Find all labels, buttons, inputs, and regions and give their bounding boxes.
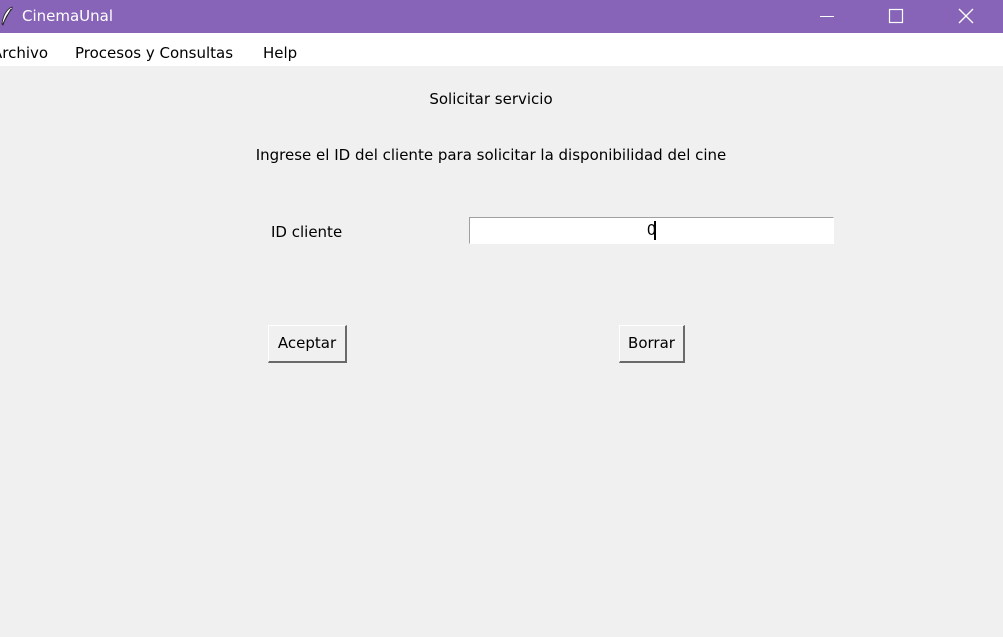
app-window: CinemaUnal Archivo Procesos y Consultas …: [0, 0, 1003, 637]
menu-bar: Archivo Procesos y Consultas Help: [0, 33, 1003, 66]
minimize-button[interactable]: [804, 0, 850, 33]
window-title: CinemaUnal: [22, 7, 114, 25]
close-button[interactable]: [943, 0, 989, 33]
maximize-button[interactable]: [873, 0, 919, 33]
menu-help[interactable]: Help: [263, 44, 297, 62]
id-cliente-label: ID cliente: [271, 223, 343, 241]
id-cliente-input[interactable]: 0: [469, 217, 834, 244]
feather-icon: [0, 6, 14, 26]
form-instructions: Ingrese el ID del cliente para solicitar…: [255, 146, 727, 164]
minimize-icon: [820, 16, 834, 17]
menu-archivo[interactable]: Archivo: [0, 44, 48, 62]
close-icon: [958, 8, 974, 24]
form-heading: Solicitar servicio: [429, 90, 553, 108]
id-cliente-value: 0: [646, 221, 657, 239]
borrar-button[interactable]: Borrar: [619, 325, 685, 363]
menu-procesos-consultas[interactable]: Procesos y Consultas: [75, 44, 233, 62]
maximize-icon: [888, 8, 904, 24]
aceptar-button[interactable]: Aceptar: [268, 325, 347, 363]
title-bar[interactable]: CinemaUnal: [0, 0, 1003, 33]
